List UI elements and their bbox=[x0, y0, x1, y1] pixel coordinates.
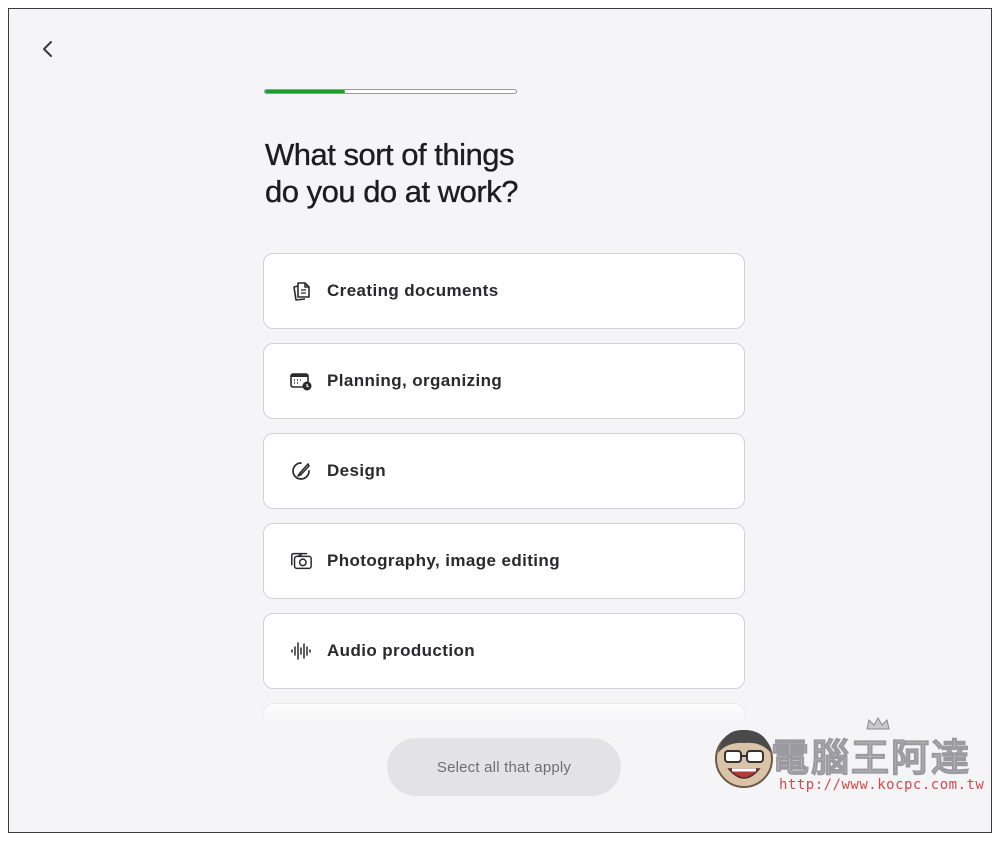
waveform-icon bbox=[289, 639, 313, 663]
option-audio-production[interactable]: Audio production bbox=[263, 613, 745, 689]
watermark: 電腦王阿達 http://www.kocpc.com.tw bbox=[703, 711, 984, 795]
progress-fill bbox=[265, 90, 346, 93]
option-photography[interactable]: Photography, image editing bbox=[263, 523, 745, 599]
option-label: Design bbox=[327, 461, 387, 480]
back-button[interactable] bbox=[37, 37, 59, 61]
calendar-icon bbox=[289, 369, 313, 393]
onboarding-window: What sort of things do you do at work? C… bbox=[8, 8, 992, 833]
option-design[interactable]: Design bbox=[263, 433, 745, 509]
option-creating-documents[interactable]: Creating documents bbox=[263, 253, 745, 329]
page-title-line-1: What sort of things bbox=[265, 137, 515, 172]
progress-bar bbox=[264, 89, 517, 94]
watermark-url: http://www.kocpc.com.tw bbox=[779, 777, 985, 793]
documents-icon bbox=[289, 279, 313, 303]
option-label: Audio production bbox=[327, 641, 476, 660]
chevron-left-icon bbox=[43, 41, 52, 57]
select-all-that-apply-button[interactable]: Select all that apply bbox=[387, 738, 621, 796]
page-title: What sort of things do you do at work? bbox=[265, 136, 685, 210]
design-icon bbox=[289, 459, 313, 483]
options-list: Creating documents Planning, organizing bbox=[263, 253, 745, 721]
list-fade-overlay bbox=[249, 695, 759, 735]
option-planning-organizing[interactable]: Planning, organizing bbox=[263, 343, 745, 419]
option-label: Planning, organizing bbox=[327, 371, 503, 390]
photos-icon bbox=[289, 549, 313, 573]
page-title-line-2: do you do at work? bbox=[265, 174, 519, 209]
option-label: Photography, image editing bbox=[327, 551, 560, 570]
option-label: Creating documents bbox=[327, 281, 499, 300]
watermark-title: 電腦王阿達 bbox=[770, 736, 972, 781]
mascot-face-icon bbox=[715, 729, 773, 788]
